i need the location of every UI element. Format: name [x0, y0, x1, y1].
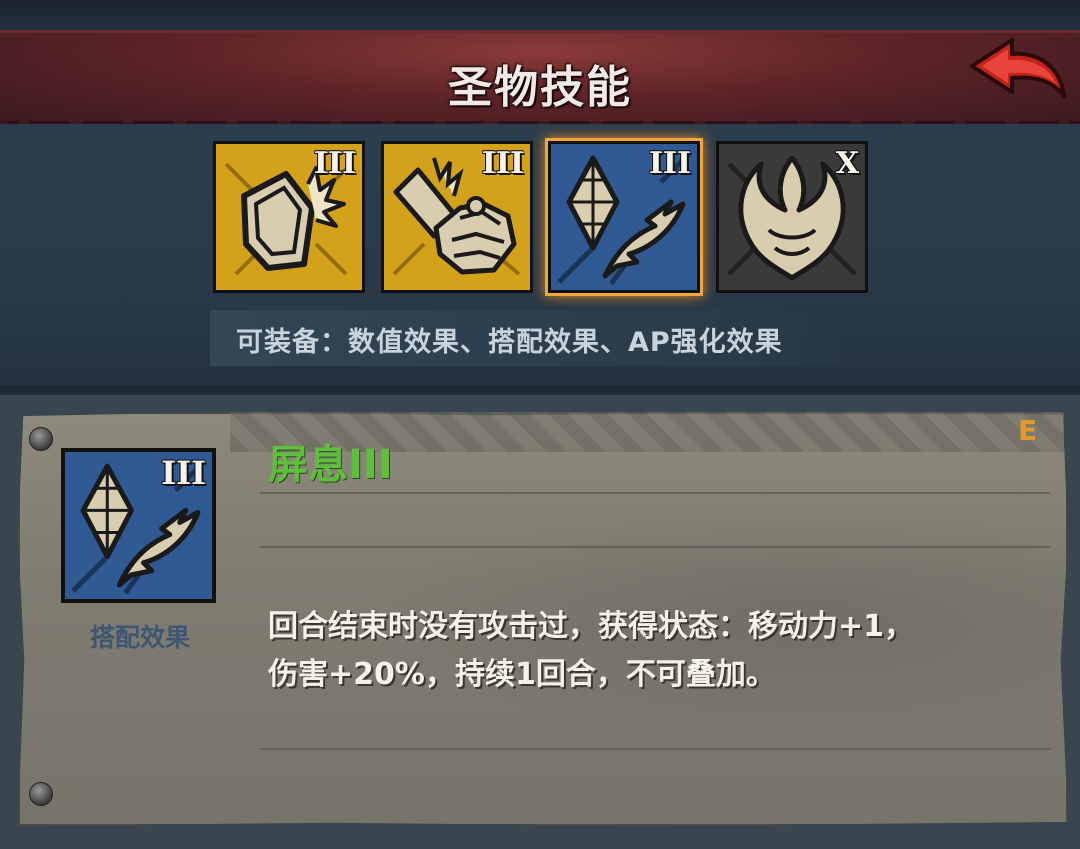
skill-rank: X	[835, 146, 859, 181]
description-line-1: 回合结束时没有攻击过，获得状态：移动力+1，	[268, 609, 915, 644]
skill-slot-2[interactable]: III	[381, 141, 533, 293]
detail-skill-rank: III	[161, 454, 206, 492]
ruled-line	[260, 546, 1050, 548]
skill-slot-3[interactable]: III	[545, 138, 703, 296]
skill-type-label: 搭配效果	[89, 623, 190, 652]
detail-skill-icon: III	[61, 448, 216, 603]
back-button[interactable]	[968, 36, 1068, 110]
skill-rank: III	[648, 146, 691, 181]
equip-info-text: 可装备：数值效果、搭配效果、AP强化效果	[236, 327, 783, 358]
skill-name: 屏息III	[268, 442, 393, 488]
skill-description: 回合结束时没有攻击过，获得状态：移动力+1， 伤害+20%，持续1回合，不可叠加…	[268, 603, 1018, 699]
ruled-line	[260, 492, 1050, 494]
skill-rank: III	[313, 146, 356, 181]
top-strip	[0, 0, 1080, 30]
skill-rank: III	[481, 146, 524, 181]
page-title: 圣物技能	[448, 62, 632, 113]
skill-slot-4[interactable]: X	[716, 141, 868, 293]
red-back-arrow-icon	[970, 38, 1066, 98]
rivet-icon	[29, 782, 53, 806]
rivet-icon	[29, 427, 53, 451]
skill-slot-1[interactable]: III	[213, 141, 365, 293]
header-bar: 圣物技能	[0, 30, 1080, 125]
description-line-2: 伤害+20%，持续1回合，不可叠加。	[268, 657, 776, 692]
ruled-line	[260, 748, 1050, 750]
grade-badge: E	[1018, 414, 1038, 447]
